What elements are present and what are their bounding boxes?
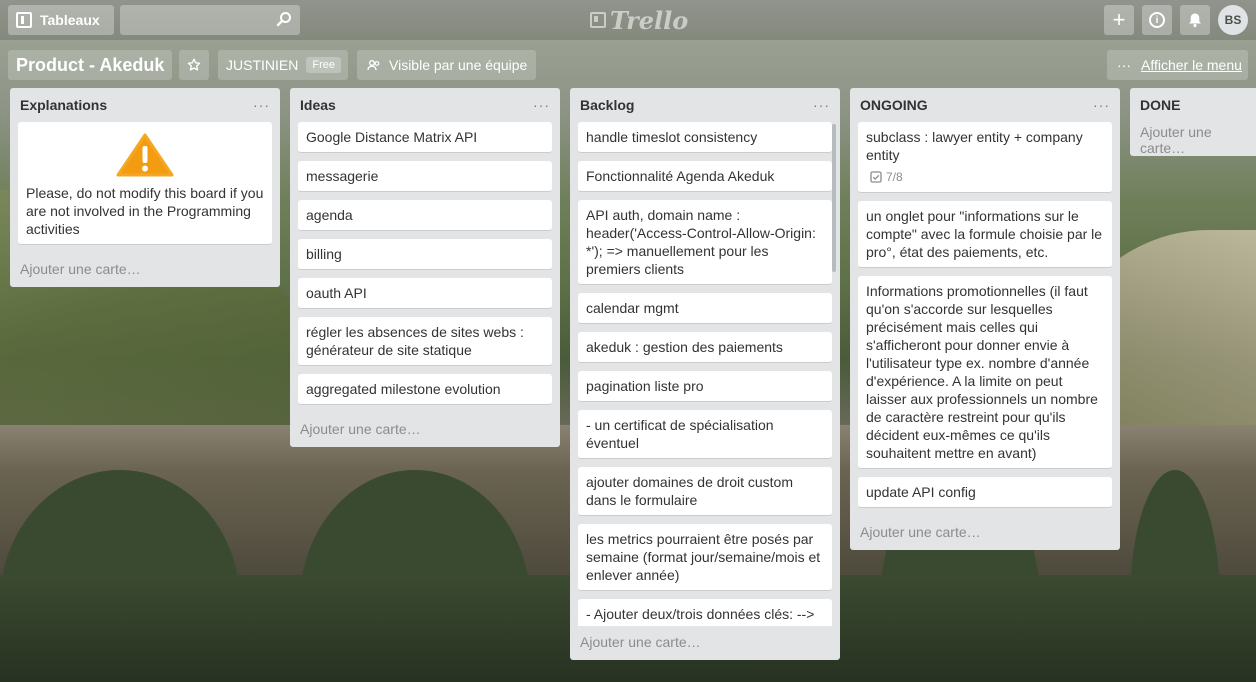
scrollbar[interactable]: [832, 124, 836, 272]
card[interactable]: calendar mgmt: [578, 293, 832, 324]
list-header[interactable]: DONE: [1130, 88, 1256, 122]
list-menu-icon[interactable]: ···: [1093, 97, 1110, 113]
list-header[interactable]: Ideas ···: [290, 88, 560, 122]
board-title[interactable]: Product - Akeduk: [8, 50, 173, 80]
boards-icon: [16, 12, 32, 28]
card[interactable]: update API config: [858, 477, 1112, 508]
card[interactable]: Please, do not modify this board if you …: [18, 122, 272, 245]
card[interactable]: Google Distance Matrix API: [298, 122, 552, 153]
list-done: DONE Ajouter une carte…: [1130, 88, 1256, 156]
card[interactable]: agenda: [298, 200, 552, 231]
top-header: Tableaux Trello + i BS: [0, 0, 1256, 40]
add-card-button[interactable]: Ajouter une carte…: [1130, 122, 1256, 166]
card[interactable]: aggregated milestone evolution: [298, 374, 552, 405]
card[interactable]: un onglet pour "informations sur le comp…: [858, 201, 1112, 268]
show-menu-label: Afficher le menu: [1141, 57, 1242, 73]
list-menu-icon[interactable]: ···: [813, 97, 830, 113]
card-container: Please, do not modify this board if you …: [10, 122, 280, 245]
checklist-count: 7/8: [886, 170, 903, 184]
trello-logo-icon: [590, 12, 606, 28]
plan-badge: Free: [306, 57, 341, 73]
list-backlog: Backlog ··· handle timeslot consistency …: [570, 88, 840, 660]
card[interactable]: pagination liste pro: [578, 371, 832, 402]
more-icon: ···: [1117, 57, 1131, 73]
notifications-button[interactable]: [1180, 5, 1210, 35]
list-title[interactable]: Explanations: [20, 97, 107, 113]
checklist-icon: [870, 171, 882, 183]
add-card-button[interactable]: Ajouter une carte…: [290, 413, 560, 447]
card[interactable]: handle timeslot consistency: [578, 122, 832, 153]
logo-text: Trello: [610, 5, 689, 35]
list-ideas: Ideas ··· Google Distance Matrix API mes…: [290, 88, 560, 447]
card[interactable]: les metrics pourraient être posés par se…: [578, 524, 832, 591]
card[interactable]: ajouter domaines de droit custom dans le…: [578, 467, 832, 516]
search-box[interactable]: [120, 5, 300, 35]
card[interactable]: Informations promotionnelles (il faut qu…: [858, 276, 1112, 469]
card[interactable]: akeduk : gestion des paiements: [578, 332, 832, 363]
card-container: subclass : lawyer entity + company entit…: [850, 122, 1120, 508]
list-header[interactable]: Explanations ···: [10, 88, 280, 122]
trello-logo[interactable]: Trello: [590, 5, 689, 35]
card[interactable]: API auth, domain name : header('Access-C…: [578, 200, 832, 285]
checklist-badge: 7/8: [866, 168, 1104, 186]
info-button[interactable]: i: [1142, 5, 1172, 35]
card[interactable]: messagerie: [298, 161, 552, 192]
list-header[interactable]: ONGOING ···: [850, 88, 1120, 122]
search-input[interactable]: [120, 5, 286, 35]
list-ongoing: ONGOING ··· subclass : lawyer entity + c…: [850, 88, 1120, 550]
search-icon[interactable]: [276, 11, 292, 27]
team-name: JUSTINIEN: [226, 57, 299, 73]
card[interactable]: oauth API: [298, 278, 552, 309]
card[interactable]: - Ajouter deux/trois données clés: -->: [578, 599, 832, 626]
show-menu-button[interactable]: ··· Afficher le menu: [1107, 50, 1248, 80]
list-title[interactable]: Ideas: [300, 97, 336, 113]
add-button[interactable]: +: [1104, 5, 1134, 35]
bell-icon: [1189, 13, 1201, 28]
star-icon: [187, 58, 201, 71]
team-button[interactable]: JUSTINIEN Free: [218, 50, 348, 80]
list-title[interactable]: ONGOING: [860, 97, 928, 113]
boards-button[interactable]: Tableaux: [8, 5, 114, 35]
team-visibility-icon: [367, 60, 380, 71]
list-header[interactable]: Backlog ···: [570, 88, 840, 122]
list-title[interactable]: Backlog: [580, 97, 634, 113]
add-card-button[interactable]: Ajouter une carte…: [570, 626, 840, 660]
card-text: Please, do not modify this board if you …: [26, 185, 264, 237]
list-explanations: Explanations ··· Please, do not modify t…: [10, 88, 280, 287]
add-card-button[interactable]: Ajouter une carte…: [850, 516, 1120, 550]
visibility-button[interactable]: Visible par une équipe: [357, 50, 536, 80]
card[interactable]: régler les absences de sites webs : géné…: [298, 317, 552, 366]
card-scroll-area[interactable]: handle timeslot consistency Fonctionnali…: [570, 122, 840, 626]
add-card-button[interactable]: Ajouter une carte…: [10, 253, 280, 287]
info-icon: i: [1149, 12, 1165, 28]
list-menu-icon[interactable]: ···: [253, 97, 270, 113]
card[interactable]: billing: [298, 239, 552, 270]
list-title[interactable]: DONE: [1140, 97, 1180, 113]
boards-label: Tableaux: [40, 12, 100, 28]
avatar[interactable]: BS: [1218, 5, 1248, 35]
star-button[interactable]: [179, 50, 209, 80]
visibility-label: Visible par une équipe: [389, 57, 528, 73]
card[interactable]: subclass : lawyer entity + company entit…: [858, 122, 1112, 193]
card-container: handle timeslot consistency Fonctionnali…: [570, 122, 840, 626]
card[interactable]: - un certificat de spécialisation éventu…: [578, 410, 832, 459]
warning-icon: [26, 128, 264, 184]
card[interactable]: Fonctionnalité Agenda Akeduk: [578, 161, 832, 192]
plus-icon: +: [1112, 7, 1126, 32]
card-container: Google Distance Matrix API messagerie ag…: [290, 122, 560, 405]
card-text: subclass : lawyer entity + company entit…: [866, 129, 1083, 163]
list-menu-icon[interactable]: ···: [533, 97, 550, 113]
